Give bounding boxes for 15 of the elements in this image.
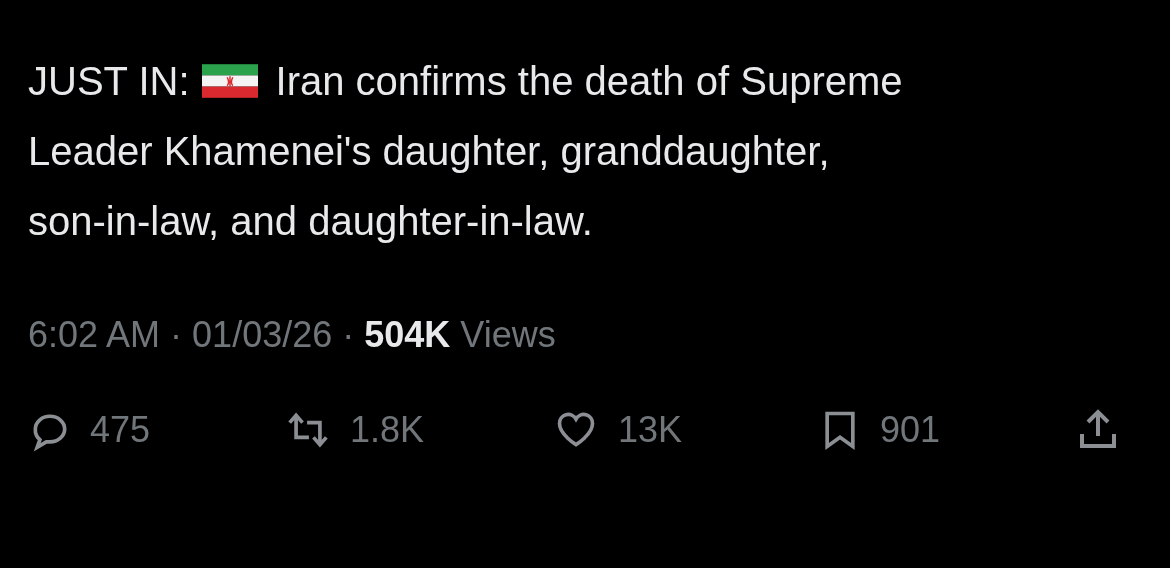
headline-label: JUST IN:	[28, 58, 190, 105]
separator-dot: ·	[342, 314, 355, 356]
views-label: Views	[460, 314, 556, 356]
action-count: 13K	[618, 409, 683, 451]
action-count: 901	[880, 409, 941, 451]
views-count: 504K	[364, 314, 451, 356]
action-count: 475	[90, 409, 151, 451]
separator-dot: ·	[170, 314, 183, 356]
post-text: son-in-law, and daughter-in-law.	[28, 198, 593, 245]
post-text: Leader Khamenei's daughter, granddaughter,	[28, 128, 830, 175]
post-time: 6:02 AM	[28, 314, 161, 356]
action-count: 1.8K	[350, 409, 425, 451]
flag-icon	[201, 64, 258, 98]
post-date: 01/03/26	[192, 314, 333, 356]
post-text: Iran confirms the death of Supreme	[275, 58, 903, 105]
